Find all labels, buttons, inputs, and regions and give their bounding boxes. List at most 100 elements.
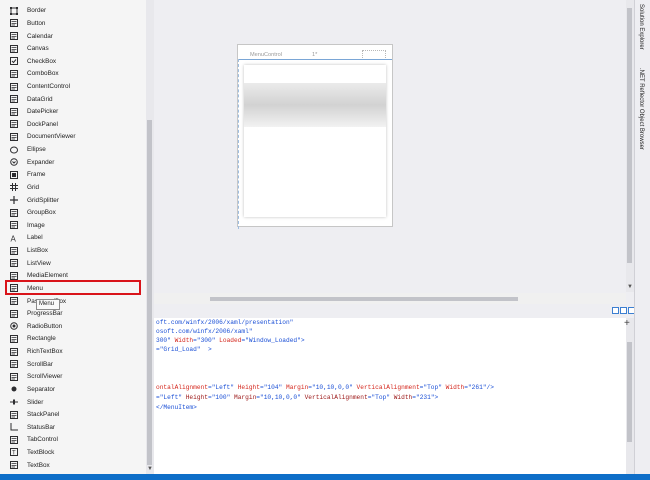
toolbox-item-label: ComboBox xyxy=(27,70,59,78)
code-token: </MenuItem> xyxy=(156,404,197,411)
scroll-down-arrow-icon[interactable]: ▼ xyxy=(626,284,634,292)
designer-scrollbar[interactable] xyxy=(626,0,634,292)
image-icon xyxy=(10,221,18,230)
split-view-toggle[interactable] xyxy=(612,307,636,317)
toolbox-item-combobox[interactable]: ComboBox xyxy=(0,68,146,81)
code-line: ="Grid_Load" > xyxy=(156,346,212,353)
toolbox-item-dockpanel[interactable]: DockPanel xyxy=(0,118,146,131)
toolbox-item-label: StatusBar xyxy=(27,423,56,431)
design-window[interactable]: MenuControl 1* xyxy=(237,44,393,229)
toolbox-item-scrollviewer[interactable]: ScrollViewer xyxy=(0,370,146,383)
toolbox-item-label: DatePicker xyxy=(27,108,59,116)
toolbox-item-listbox[interactable]: ListBox xyxy=(0,244,146,257)
grid-ruler-top xyxy=(238,59,392,60)
expand-icon[interactable]: + xyxy=(624,318,630,329)
side-tab-strip: Solution Explorer .NET Reflector Object … xyxy=(634,0,650,474)
horizontal-scrollbar-thumb[interactable] xyxy=(210,297,518,301)
code-token: ="10,10,0,0" xyxy=(256,394,305,401)
textblock-icon: T xyxy=(10,448,18,457)
tab-solution-explorer[interactable]: Solution Explorer xyxy=(638,4,644,50)
designer-horizontal-scrollbar[interactable] xyxy=(154,293,626,304)
toolbox-item-richtextbox[interactable]: RichTextBox xyxy=(0,345,146,358)
toolbox-item-canvas[interactable]: Canvas xyxy=(0,42,146,55)
toolbox-item-label: DockPanel xyxy=(27,120,58,128)
toolbox-item-label: ListBox xyxy=(27,247,48,255)
toolbox-item-datagrid[interactable]: DataGrid xyxy=(0,93,146,106)
toolbox-item-button[interactable]: Button xyxy=(0,17,146,30)
scroll-down-arrow-icon[interactable]: ▼ xyxy=(146,465,154,473)
toolbox-item-label: Grid xyxy=(27,183,40,191)
rectangle-icon xyxy=(10,334,18,343)
toolbox-item-image[interactable]: Image xyxy=(0,219,146,232)
toolbox-item-slider[interactable]: Slider xyxy=(0,396,146,409)
calendar-icon xyxy=(10,32,18,41)
toolbox-item-separator[interactable]: Separator xyxy=(0,383,146,396)
menu-control[interactable] xyxy=(244,83,386,127)
toolbox-item-frame[interactable]: Frame xyxy=(0,169,146,182)
toolbox-item-label: DocumentViewer xyxy=(27,133,76,141)
dockpanel-icon xyxy=(10,120,18,129)
code-token: Margin xyxy=(234,394,257,401)
editor-scrollbar-thumb[interactable] xyxy=(627,342,632,442)
radiobutton-icon xyxy=(10,322,18,331)
toolbox-item-tabcontrol[interactable]: TabControl xyxy=(0,434,146,447)
toolbox-scrollbar-thumb[interactable] xyxy=(147,120,152,465)
toolbox-item-rectangle[interactable]: Rectangle xyxy=(0,333,146,346)
split-vertical-icon[interactable] xyxy=(620,307,627,314)
code-token: Loaded xyxy=(219,337,242,344)
code-token: Width xyxy=(445,384,465,391)
toolbox-item-label: ListView xyxy=(27,259,51,267)
toolbox-scrollbar[interactable]: ▼ xyxy=(146,0,154,474)
toolbox-item-calendar[interactable]: Calendar xyxy=(0,30,146,43)
toolbox-item-progressbar[interactable]: ProgressBar xyxy=(0,307,146,320)
svg-text:T: T xyxy=(12,451,16,457)
toolbox-item-gridsplitter[interactable]: GridSplitter xyxy=(0,194,146,207)
toolbox-item-label: Image xyxy=(27,221,45,229)
toolbox-item-radiobutton[interactable]: RadioButton xyxy=(0,320,146,333)
designer-scrollbar-thumb[interactable] xyxy=(627,8,632,263)
toolbox-item-textblock[interactable]: T TextBlock xyxy=(0,446,146,459)
toolbox-item-expander[interactable]: Expander xyxy=(0,156,146,169)
code-line: ontalAlignment="Left" Height="104" Margi… xyxy=(156,384,494,391)
toolbox-item-label[interactable]: A Label xyxy=(0,232,146,245)
toolbox-item-groupbox[interactable]: GroupBox xyxy=(0,206,146,219)
toolbox-item-textbox[interactable]: TextBox xyxy=(0,459,146,472)
tab-reflector-object-browser[interactable]: .NET Reflector Object Browser xyxy=(638,68,644,150)
toolbox-item-scrollbar[interactable]: ScrollBar xyxy=(0,358,146,371)
toolbox-item-label: TextBox xyxy=(27,461,50,469)
toolbox-item-checkbox[interactable]: CheckBox xyxy=(0,55,146,68)
toolbox-item-contentcontrol[interactable]: ContentControl xyxy=(0,80,146,93)
toolbox-item-statusbar[interactable]: StatusBar xyxy=(0,421,146,434)
toolbox-item-label: StackPanel xyxy=(27,411,60,419)
toolbox-item-label: Separator xyxy=(27,385,56,393)
toolbox-item-ellipse[interactable]: Ellipse xyxy=(0,143,146,156)
toolbox-item-datepicker[interactable]: DatePicker xyxy=(0,105,146,118)
datagrid-icon xyxy=(10,95,18,104)
toolbox-item-passwordbox[interactable]: PasswordBox xyxy=(0,295,146,308)
svg-text:A: A xyxy=(11,234,17,242)
toolbox-item-documentviewer[interactable]: DocumentViewer xyxy=(0,131,146,144)
code-token: ="Top" xyxy=(419,384,446,391)
toolbox-item-label: RichTextBox xyxy=(27,348,63,356)
toolbox-item-listview[interactable]: ListView xyxy=(0,257,146,270)
toolbox-item-border[interactable]: Border xyxy=(0,5,146,18)
toolbox-item-label: Slider xyxy=(27,398,44,406)
toolbox-item-stackpanel[interactable]: StackPanel xyxy=(0,408,146,421)
grid-icon xyxy=(10,183,18,192)
frame-icon xyxy=(10,170,18,179)
toolbox-item-label: Calendar xyxy=(27,32,53,40)
code-token: ontalAlignment xyxy=(156,384,208,391)
window-content[interactable] xyxy=(244,65,386,217)
code-line: </MenuItem> xyxy=(156,404,197,411)
toolbox-item-label: Label xyxy=(27,234,43,242)
split-horizontal-icon[interactable] xyxy=(612,307,619,314)
code-token: ="Window_Loaded"> xyxy=(241,337,305,344)
code-token: Margin xyxy=(285,384,309,391)
editor-scrollbar[interactable] xyxy=(626,318,634,474)
xaml-editor[interactable]: oft.com/winfx/2006/xaml/presentation" oso… xyxy=(154,318,626,474)
code-token: ="Top" xyxy=(367,394,394,401)
code-token: ="Grid_Load" > xyxy=(156,346,212,353)
toolbox-item-grid[interactable]: Grid xyxy=(0,181,146,194)
toolbox-item-label: TabControl xyxy=(27,436,58,444)
code-token: ="Left" xyxy=(207,384,238,391)
